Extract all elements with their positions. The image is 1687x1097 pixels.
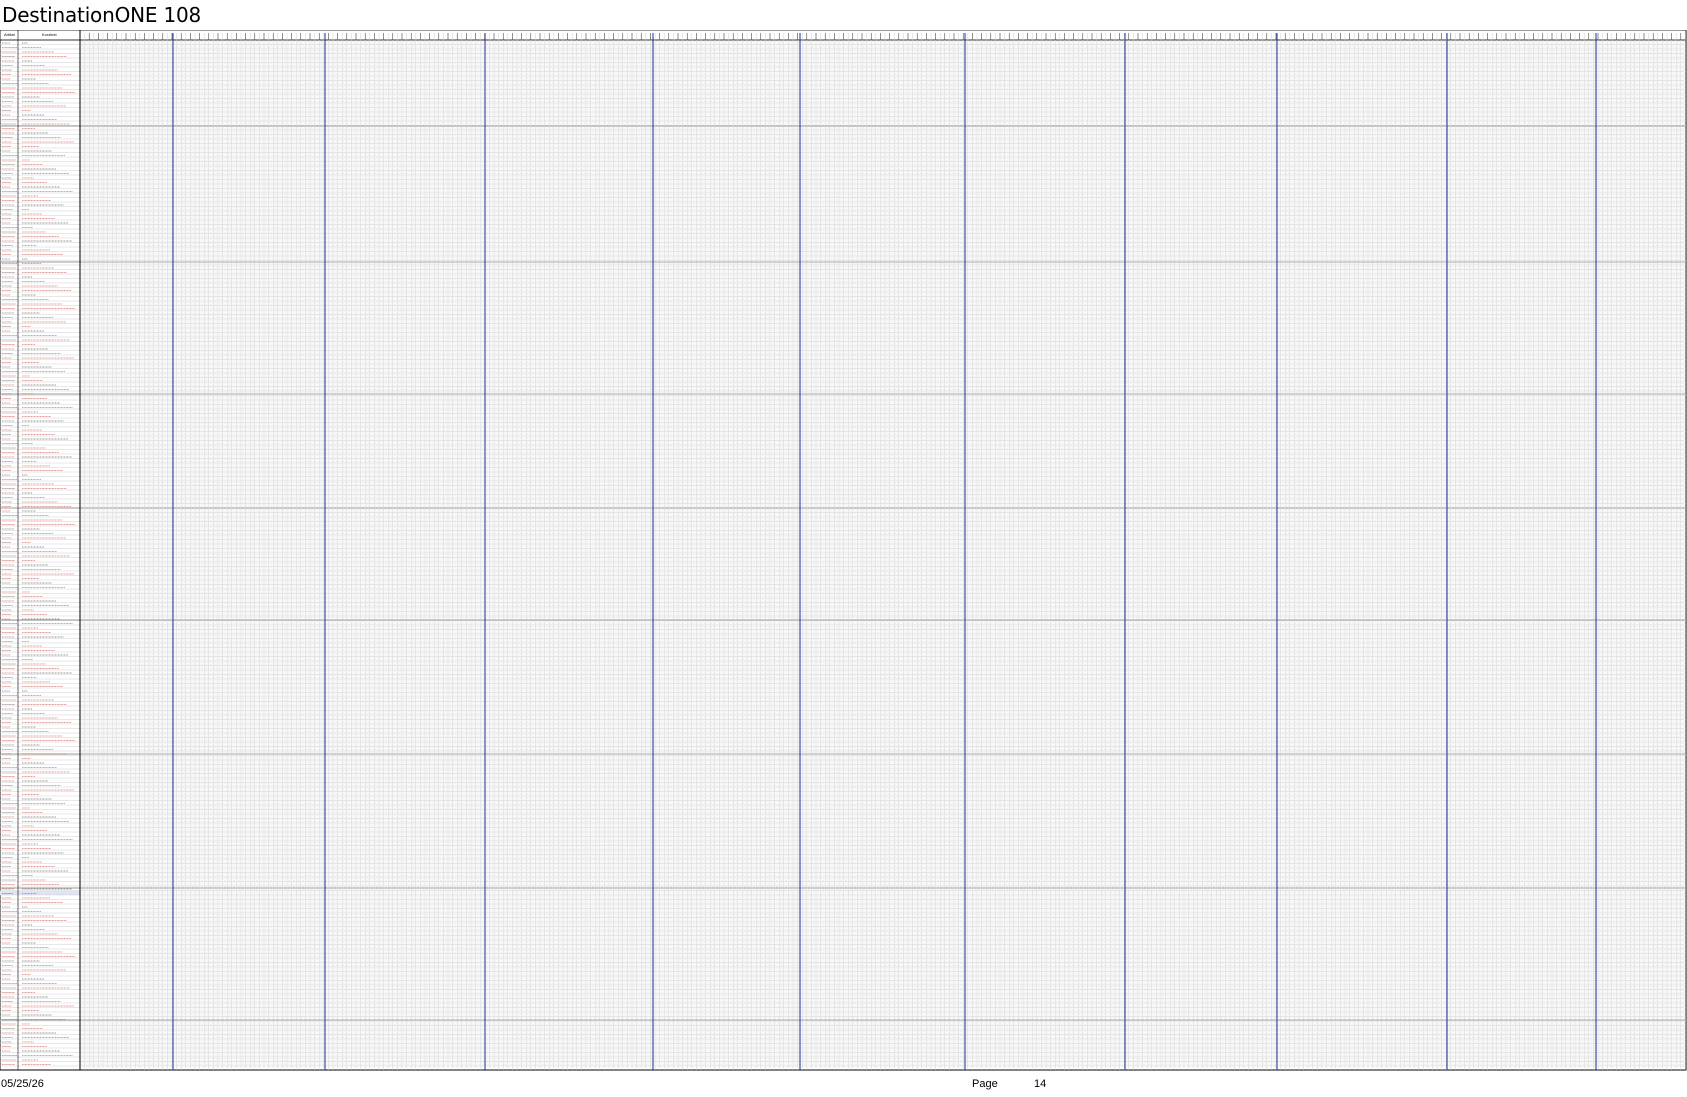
schedule-grid: Artikel Kurztext	[0, 30, 1687, 1071]
footer-date: 05/25/26	[1, 1078, 44, 1090]
header-col-artikel: Artikel	[4, 32, 15, 37]
gantt-sheet: Artikel Kurztext	[0, 30, 1687, 1071]
footer-page-label: Page	[972, 1078, 998, 1090]
header-col-kurztext: Kurztext	[42, 32, 58, 37]
document-title: DestinationONE 108	[2, 3, 201, 27]
footer-page-number: 14	[1034, 1078, 1046, 1090]
